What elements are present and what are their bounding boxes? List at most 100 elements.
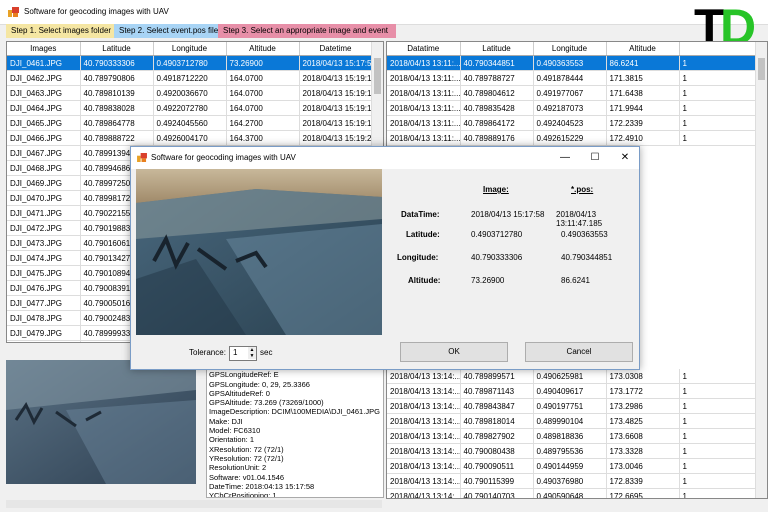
table-cell: 164.0700 xyxy=(226,70,300,86)
table-cell: 40.789843847 xyxy=(460,398,534,414)
table-cell: 1 xyxy=(679,100,756,116)
step3-select-image-and-event[interactable]: Step 3. Select an appropriate image and … xyxy=(218,24,396,38)
table-cell: 2018/04/13 13:14:... xyxy=(387,458,461,474)
table-row[interactable]: 2018/04/13 13:11:... 40.790344851 0.490363… xyxy=(387,55,756,71)
col-altitude[interactable]: Altitude xyxy=(606,42,680,56)
events-table-scrollbar[interactable] xyxy=(755,42,767,498)
table-cell: 0.492615229 xyxy=(533,130,607,146)
col-images[interactable]: Images xyxy=(7,42,81,56)
step2-select-event-pos-file[interactable]: Step 2. Select event.pos file xyxy=(114,24,224,38)
table-cell: 1 xyxy=(679,115,756,131)
step1-select-images-folder[interactable]: Step 1. Select images folder xyxy=(6,24,120,38)
tolerance-value[interactable]: 1 xyxy=(233,348,237,357)
table-cell: 164.0700 xyxy=(226,85,300,101)
table-cell: 40.790333306 xyxy=(80,55,154,71)
table-row[interactable]: 2018/04/13 13:14:... 40.790140703 0.490590… xyxy=(387,488,756,498)
table-row[interactable]: 2018/04/13 13:14:... 40.789899571 0.490625… xyxy=(387,369,756,384)
table-cell: 40.789889176 xyxy=(460,130,534,146)
table-cell: 2018/04/13 13:14:... xyxy=(387,369,461,384)
table-cell: DJI_0475.JPG xyxy=(7,265,81,281)
table-cell: 2018/04/13 13:11:... xyxy=(387,130,461,146)
table-cell: 1 xyxy=(679,428,756,444)
table-row[interactable]: 2018/04/13 13:11:... 40.789835428 0.492187… xyxy=(387,100,756,116)
table-row[interactable]: 2018/04/13 13:14:... 40.789871143 0.490409… xyxy=(387,383,756,399)
scroll-thumb[interactable] xyxy=(758,58,765,80)
table-cell: 1 xyxy=(679,55,756,71)
table-cell: 2018/04/13 13:14:... xyxy=(387,383,461,399)
table-cell: 2018/04/13 13:11:... xyxy=(387,70,461,86)
table-row[interactable]: DJI_0466.JPG 40.789888722 0.4926004170 164.… xyxy=(7,130,373,146)
window-title: Software for geocoding images with UAV xyxy=(24,7,169,16)
col-datatime[interactable]: Datatime xyxy=(387,42,461,56)
table-row[interactable]: 2018/04/13 13:14:... 40.790115399 0.490376… xyxy=(387,473,756,489)
pos-column-header: *.pos: xyxy=(571,185,594,194)
table-cell: 86.6241 xyxy=(606,55,680,71)
exif-line: Make: DJI xyxy=(209,416,243,426)
table-cell: 0.490144959 xyxy=(533,458,607,474)
dialog-title: Software for geocoding images with UAV xyxy=(151,153,296,162)
ok-button[interactable]: OK xyxy=(400,342,508,362)
table-row[interactable]: DJI_0463.JPG 40.789810139 0.4920036670 164.… xyxy=(7,85,373,101)
col-latitude[interactable]: Latitude xyxy=(80,42,154,56)
col-longitude[interactable]: Longitude xyxy=(153,42,227,56)
table-row[interactable]: 2018/04/13 13:14:... 40.790080438 0.489795… xyxy=(387,443,756,459)
horizontal-scrollbar[interactable] xyxy=(6,500,382,508)
table-row[interactable]: 2018/04/13 13:14:... 40.789843847 0.490197… xyxy=(387,398,756,414)
table-cell: 2018/04/13 13:14:... xyxy=(387,488,461,498)
table-cell: 171.9944 xyxy=(606,100,680,116)
table-row[interactable]: DJI_0462.JPG 40.789790806 0.4918712220 164.… xyxy=(7,70,373,86)
table-cell: 173.4825 xyxy=(606,413,680,429)
events-table-header: Datatime Latitude Longitude Altitude xyxy=(387,42,756,56)
table-cell: 164.3700 xyxy=(226,130,300,146)
table-row[interactable]: 2018/04/13 13:14:... 40.790090511 0.490144… xyxy=(387,458,756,474)
table-cell: 172.6695 xyxy=(606,488,680,498)
close-icon[interactable]: ✕ xyxy=(616,150,634,166)
table-cell: 0.4903712780 xyxy=(153,55,227,71)
table-cell: 2018/04/13 13:11:... xyxy=(387,100,461,116)
table-row[interactable]: 2018/04/13 13:11:... 40.789788727 0.491878… xyxy=(387,70,756,86)
image-preview xyxy=(6,360,196,484)
table-cell: 0.490363553 xyxy=(533,55,607,71)
exif-info-panel[interactable]: GPSLatitude: 40, 47, 25.1999GPSLongitude… xyxy=(206,360,384,498)
table-cell: 173.0046 xyxy=(606,458,680,474)
minimize-icon[interactable]: — xyxy=(556,150,574,166)
col-latitude[interactable]: Latitude xyxy=(460,42,534,56)
table-cell: 40.789788727 xyxy=(460,70,534,86)
table-row[interactable]: 2018/04/13 13:14:... 40.789818014 0.489990… xyxy=(387,413,756,429)
tolerance-label: Tolerance: xyxy=(189,348,226,357)
table-row[interactable]: DJI_0461.JPG 40.790333306 0.4903712780 73.2… xyxy=(7,55,373,71)
table-cell: 1 xyxy=(679,413,756,429)
col-datetime[interactable]: Datetime xyxy=(299,42,373,56)
table-cell: 40.789864778 xyxy=(80,115,154,131)
table-cell: DJI_0471.JPG xyxy=(7,205,81,221)
table-cell: 173.0308 xyxy=(606,369,680,384)
col-flag[interactable] xyxy=(679,42,756,56)
table-cell: DJI_0463.JPG xyxy=(7,85,81,101)
col-altitude[interactable]: Altitude xyxy=(226,42,300,56)
table-cell: 0.492187073 xyxy=(533,100,607,116)
table-row[interactable]: 2018/04/13 13:11:... 40.789864172 0.492404… xyxy=(387,115,756,131)
table-cell: 0.490590648 xyxy=(533,488,607,498)
exif-line: GPSLongitude: 0, 29, 25.3366 xyxy=(209,379,310,389)
table-cell: DJI_0470.JPG xyxy=(7,190,81,206)
table-row[interactable]: DJI_0465.JPG 40.789864778 0.4924045560 164.… xyxy=(7,115,373,131)
table-row[interactable]: DJI_0464.JPG 40.789838028 0.4922072780 164.… xyxy=(7,100,373,116)
table-cell: 1 xyxy=(679,398,756,414)
maximize-icon[interactable]: ☐ xyxy=(586,150,604,166)
table-cell: 172.2339 xyxy=(606,115,680,131)
table-cell: DJI_0474.JPG xyxy=(7,250,81,266)
scroll-thumb[interactable] xyxy=(374,58,381,94)
table-cell: DJI_0473.JPG xyxy=(7,235,81,251)
table-row[interactable]: 2018/04/13 13:14:... 40.789827902 0.489818… xyxy=(387,428,756,444)
table-row[interactable]: 2018/04/13 13:11:... 40.789804612 0.491977… xyxy=(387,85,756,101)
table-cell: 0.4924045560 xyxy=(153,115,227,131)
cancel-button[interactable]: Cancel xyxy=(525,342,633,362)
table-cell: 173.6608 xyxy=(606,428,680,444)
col-longitude[interactable]: Longitude xyxy=(533,42,607,56)
table-cell: 40.789827902 xyxy=(460,428,534,444)
table-cell: 2018/04/13 13:14:... xyxy=(387,413,461,429)
images-table-header: Images Latitude Longitude Altitude Datet… xyxy=(7,42,373,56)
tolerance-stepper[interactable]: 1 ▲ ▼ xyxy=(229,346,257,361)
table-row[interactable]: 2018/04/13 13:11:... 40.789889176 0.492615… xyxy=(387,130,756,146)
spin-down-icon[interactable]: ▼ xyxy=(248,353,256,359)
